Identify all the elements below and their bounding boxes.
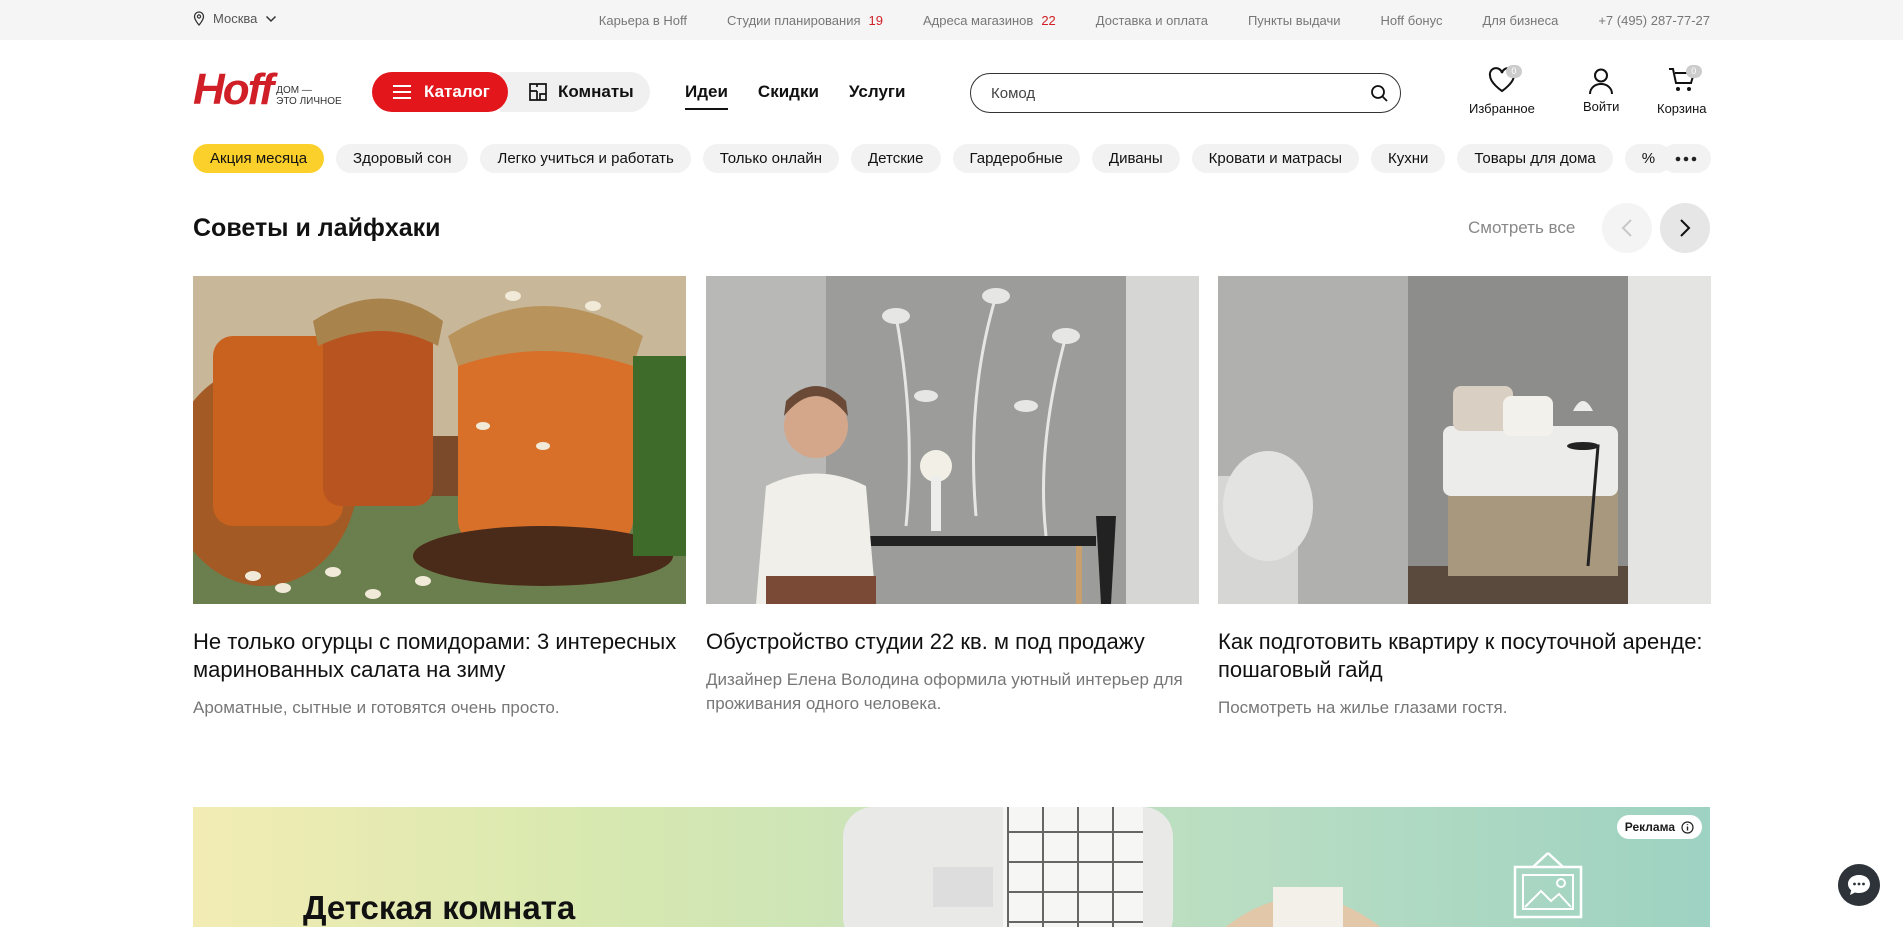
chip-online-only[interactable]: Только онлайн <box>702 144 839 173</box>
chevron-left-icon <box>1621 219 1632 237</box>
promo-image-round <box>1225 887 1381 927</box>
article-title[interactable]: Не только огурцы с помидорами: 3 интерес… <box>193 628 686 684</box>
stores-count: 22 <box>1041 13 1056 28</box>
cart-count-badge: 0 <box>1685 65 1702 78</box>
top-link-career[interactable]: Карьера в Hoff <box>599 13 687 28</box>
category-chips: Акция месяца Здоровый сон Легко учиться … <box>193 144 1710 174</box>
chip-study-work[interactable]: Легко учиться и работать <box>480 144 691 173</box>
chat-icon <box>1848 875 1870 895</box>
more-chips-button[interactable] <box>1661 144 1711 173</box>
article-card-2[interactable]: Обустройство студии 22 кв. м под продажу… <box>706 276 1199 716</box>
top-link-business[interactable]: Для бизнеса <box>1482 13 1558 28</box>
favorites-button[interactable]: 0 Избранное <box>1469 65 1535 116</box>
logo-word: Hoff <box>193 65 274 114</box>
ad-label[interactable]: Реклама <box>1616 815 1702 839</box>
chip-beds[interactable]: Кровати и матрасы <box>1191 144 1360 173</box>
catalog-button[interactable]: Каталог <box>372 72 508 112</box>
top-link-delivery[interactable]: Доставка и оплата <box>1096 13 1208 28</box>
cart-label: Корзина <box>1657 101 1707 116</box>
more-icon <box>1675 156 1697 161</box>
chip-kids[interactable]: Детские <box>851 144 941 173</box>
rooms-icon <box>529 83 547 101</box>
top-link-bonus[interactable]: Hoff бонус <box>1381 13 1443 28</box>
hoff-logo[interactable]: Hoff ДОМ — ЭТО ЛИЧНОЕ <box>193 65 342 114</box>
carousel-next-button[interactable] <box>1660 203 1710 253</box>
carousel-prev-button[interactable] <box>1602 203 1652 253</box>
studios-count: 19 <box>868 13 883 28</box>
main-nav: Идеи Скидки Услуги <box>685 82 905 110</box>
article-description: Дизайнер Елена Володина оформила уютный … <box>706 670 1183 713</box>
chip-wardrobes[interactable]: Гардеробные <box>952 144 1080 173</box>
article-image-studio[interactable] <box>706 276 1199 604</box>
top-links: Карьера в Hoff Студии планирования 19 Адр… <box>599 13 1710 28</box>
login-label: Войти <box>1583 99 1620 114</box>
article-description: Ароматные, сытные и готовятся очень прос… <box>193 698 560 717</box>
promo-image-shelves <box>843 807 1173 927</box>
nav-ideas[interactable]: Идеи <box>685 82 728 110</box>
top-link-studios[interactable]: Студии планирования 19 <box>727 13 883 28</box>
chip-kitchens[interactable]: Кухни <box>1371 144 1446 173</box>
chip-healthy-sleep[interactable]: Здоровый сон <box>336 144 469 173</box>
cart-button[interactable]: 0 Корзина <box>1657 65 1707 116</box>
article-card-1[interactable]: Не только огурцы с помидорами: 3 интерес… <box>193 276 686 720</box>
menu-icon <box>393 85 411 99</box>
article-description: Посмотреть на жилье глазами гостя. <box>1218 698 1508 717</box>
search-icon[interactable] <box>1370 84 1388 102</box>
promo-banner[interactable]: Детская комната Реклама <box>193 807 1710 927</box>
chip-promo-month[interactable]: Акция месяца <box>193 144 325 173</box>
search-box <box>970 73 1401 113</box>
chip-home-goods[interactable]: Товары для дома <box>1457 144 1613 173</box>
city-name: Москва <box>213 11 258 26</box>
top-link-phone[interactable]: +7 (495) 287-77-27 <box>1598 13 1710 28</box>
article-title[interactable]: Обустройство студии 22 кв. м под продажу <box>706 628 1199 656</box>
chip-sofas[interactable]: Диваны <box>1091 144 1180 173</box>
info-icon <box>1681 820 1694 834</box>
favorites-label: Избранное <box>1469 101 1535 116</box>
login-button[interactable]: Войти <box>1583 67 1619 114</box>
user-icon <box>1589 68 1614 95</box>
location-pin-icon <box>193 11 205 26</box>
promo-title: Детская комната <box>303 889 576 926</box>
favorites-count-badge: 0 <box>1505 65 1522 78</box>
logo-tagline: ДОМ — ЭТО ЛИЧНОЕ <box>276 85 342 107</box>
picture-frame-icon <box>1513 852 1583 919</box>
nav-services[interactable]: Услуги <box>849 82 906 110</box>
top-bar: Москва Карьера в Hoff Студии планировани… <box>0 0 1903 40</box>
see-all-link[interactable]: Смотреть все <box>1468 218 1575 238</box>
search-input[interactable] <box>991 84 1331 102</box>
chevron-down-icon <box>266 15 277 22</box>
article-card-3[interactable]: Как подготовить квартиру к посуточной ар… <box>1218 276 1711 720</box>
chevron-right-icon <box>1680 219 1691 237</box>
top-link-stores[interactable]: Адреса магазинов 22 <box>923 13 1056 28</box>
article-image-apartment[interactable] <box>1218 276 1711 604</box>
rooms-button[interactable]: Комнаты <box>500 72 650 112</box>
section-title: Советы и лайфхаки <box>193 214 441 242</box>
city-selector[interactable]: Москва <box>193 11 277 26</box>
nav-discounts[interactable]: Скидки <box>758 82 819 110</box>
top-link-pickup[interactable]: Пункты выдачи <box>1248 13 1341 28</box>
article-image-pickled-salad[interactable] <box>193 276 686 604</box>
article-title[interactable]: Как подготовить квартиру к посуточной ар… <box>1218 628 1711 684</box>
chat-button[interactable] <box>1838 864 1880 906</box>
